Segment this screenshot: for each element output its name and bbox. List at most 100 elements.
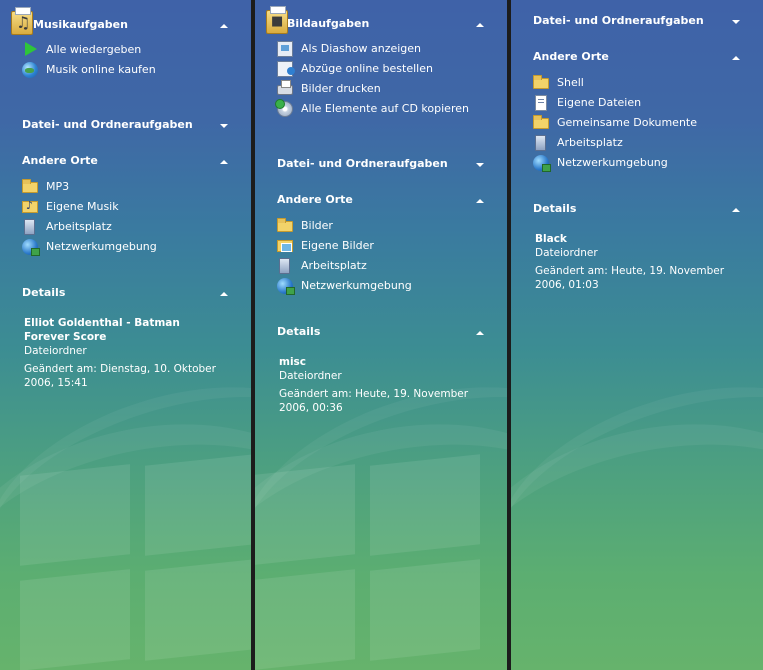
details-header[interactable]: Details [0, 282, 251, 304]
play-icon [25, 42, 37, 56]
section-title: Details [22, 286, 66, 299]
folder-icon [277, 218, 293, 232]
order-prints-icon [277, 61, 295, 77]
picture-tasks-header[interactable]: ■ Bildaufgaben [255, 6, 507, 35]
network-icon [277, 278, 295, 295]
other-places-header[interactable]: Andere Orte [511, 46, 763, 68]
expand-chevron-icon[interactable] [732, 20, 740, 24]
task-item-order-prints[interactable]: Abzüge online bestellen [255, 59, 507, 79]
explorer-task-panes: ♫ Musikaufgaben Alle wiedergeben Musik o… [0, 0, 763, 670]
place-item-my-computer[interactable]: Arbeitsplatz [511, 133, 763, 153]
music-tasks-header[interactable]: ♫ Musikaufgaben [0, 7, 251, 37]
task-item-print-pictures[interactable]: Bilder drucken [255, 79, 507, 99]
other-places-section: Andere Orte MP3 Eigene Musik Arbeitsplat… [0, 150, 251, 257]
details-modified: Geändert am: Heute, 19. November 2006, 0… [279, 388, 469, 414]
file-tasks-header[interactable]: Datei- und Ordneraufgaben [511, 10, 763, 32]
collapse-chevron-icon[interactable] [476, 331, 484, 335]
collapse-chevron-icon[interactable] [220, 160, 228, 164]
file-tasks-section: Datei- und Ordneraufgaben [0, 114, 251, 136]
details-section: Details misc Dateiordner Geändert am: He… [255, 321, 507, 415]
task-item-label: Als Diashow anzeigen [301, 42, 422, 55]
task-item-label: Bilder drucken [301, 82, 381, 95]
place-item-label: Eigene Bilder [301, 239, 374, 252]
details-type: Dateiordner [24, 345, 87, 357]
task-pane-folder: Datei- und Ordneraufgaben Andere Orte Sh… [511, 0, 763, 670]
network-icon [533, 155, 551, 172]
place-item-my-computer[interactable]: Arbeitsplatz [0, 217, 251, 237]
other-places-header[interactable]: Andere Orte [0, 150, 251, 172]
other-places-section: Andere Orte Shell Eigene Dateien Gemeins… [511, 46, 763, 173]
expand-chevron-icon[interactable] [476, 163, 484, 167]
section-title: Andere Orte [22, 154, 98, 167]
details-body: Black Dateiordner Geändert am: Heute, 19… [511, 232, 763, 292]
section-title: Details [277, 325, 321, 338]
section-title: Datei- und Ordneraufgaben [533, 14, 704, 27]
section-title: Bildaufgaben [287, 17, 370, 30]
file-tasks-section: Datei- und Ordneraufgaben [255, 153, 507, 175]
place-item-my-music[interactable]: Eigene Musik [0, 197, 251, 217]
expand-chevron-icon[interactable] [220, 124, 228, 128]
place-item-network[interactable]: Netzwerkumgebung [0, 237, 251, 257]
globe-icon [22, 62, 38, 78]
collapse-chevron-icon[interactable] [732, 208, 740, 212]
other-places-section: Andere Orte Bilder Eigene Bilder Arbeits… [255, 189, 507, 296]
place-item-pictures[interactable]: Bilder [255, 216, 507, 236]
picture-folder-icon [277, 240, 293, 252]
place-item-my-pictures[interactable]: Eigene Bilder [255, 236, 507, 256]
place-item-label: Arbeitsplatz [46, 220, 112, 233]
folder-icon [533, 115, 549, 129]
section-title: Datei- und Ordneraufgaben [277, 157, 448, 170]
details-name: Black [535, 233, 567, 245]
collapse-chevron-icon[interactable] [476, 199, 484, 203]
section-title: Datei- und Ordneraufgaben [22, 118, 193, 131]
windows-logo-watermark-icon [255, 454, 495, 670]
task-pane-music: ♫ Musikaufgaben Alle wiedergeben Musik o… [0, 0, 251, 670]
place-item-label: Arbeitsplatz [301, 259, 367, 272]
other-places-header[interactable]: Andere Orte [255, 189, 507, 211]
documents-icon [535, 95, 547, 111]
collapse-chevron-icon[interactable] [476, 23, 484, 27]
task-item-slideshow[interactable]: Als Diashow anzeigen [255, 39, 507, 59]
task-item-play-all[interactable]: Alle wiedergeben [0, 40, 251, 60]
place-item-shell[interactable]: Shell [511, 73, 763, 93]
details-body: Elliot Goldenthal - Batman Forever Score… [0, 316, 251, 390]
network-icon [22, 239, 40, 256]
details-name: Elliot Goldenthal - Batman Forever Score [24, 317, 180, 343]
details-section: Details Elliot Goldenthal - Batman Forev… [0, 282, 251, 390]
folder-icon [533, 75, 549, 89]
task-pane-pictures: ■ Bildaufgaben Als Diashow anzeigen Abzü… [255, 0, 507, 670]
details-header[interactable]: Details [255, 321, 507, 343]
place-item-network[interactable]: Netzwerkumgebung [255, 276, 507, 296]
place-item-label: Netzwerkumgebung [46, 240, 157, 253]
collapse-chevron-icon[interactable] [220, 292, 228, 296]
computer-icon [535, 135, 546, 151]
place-item-shared-documents[interactable]: Gemeinsame Dokumente [511, 113, 763, 133]
music-folder-icon: ♫ [11, 7, 35, 37]
collapse-chevron-icon[interactable] [220, 24, 228, 28]
task-item-label: Musik online kaufen [46, 63, 156, 76]
computer-icon [279, 258, 290, 274]
music-tasks-section: ♫ Musikaufgaben Alle wiedergeben Musik o… [0, 7, 251, 80]
windows-logo-watermark-icon [20, 454, 251, 670]
music-folder-icon [22, 199, 38, 213]
details-header[interactable]: Details [511, 198, 763, 220]
file-tasks-header[interactable]: Datei- und Ordneraufgaben [255, 153, 507, 175]
section-title: Andere Orte [277, 193, 353, 206]
folder-icon [22, 179, 38, 193]
details-type: Dateiordner [535, 247, 598, 259]
file-tasks-section: Datei- und Ordneraufgaben [511, 10, 763, 32]
place-item-label: Bilder [301, 219, 333, 232]
details-modified: Geändert am: Heute, 19. November 2006, 0… [535, 265, 725, 291]
place-item-my-documents[interactable]: Eigene Dateien [511, 93, 763, 113]
file-tasks-header[interactable]: Datei- und Ordneraufgaben [0, 114, 251, 136]
task-item-copy-to-cd[interactable]: Alle Elemente auf CD kopieren [255, 99, 507, 119]
task-item-buy-music-online[interactable]: Musik online kaufen [0, 60, 251, 80]
place-item-my-computer[interactable]: Arbeitsplatz [255, 256, 507, 276]
section-title: Details [533, 202, 577, 215]
place-item-mp3[interactable]: MP3 [0, 177, 251, 197]
place-item-network[interactable]: Netzwerkumgebung [511, 153, 763, 173]
collapse-chevron-icon[interactable] [732, 56, 740, 60]
place-item-label: Eigene Dateien [557, 96, 642, 109]
place-item-label: Netzwerkumgebung [557, 156, 668, 169]
task-item-label: Alle Elemente auf CD kopieren [301, 102, 469, 115]
